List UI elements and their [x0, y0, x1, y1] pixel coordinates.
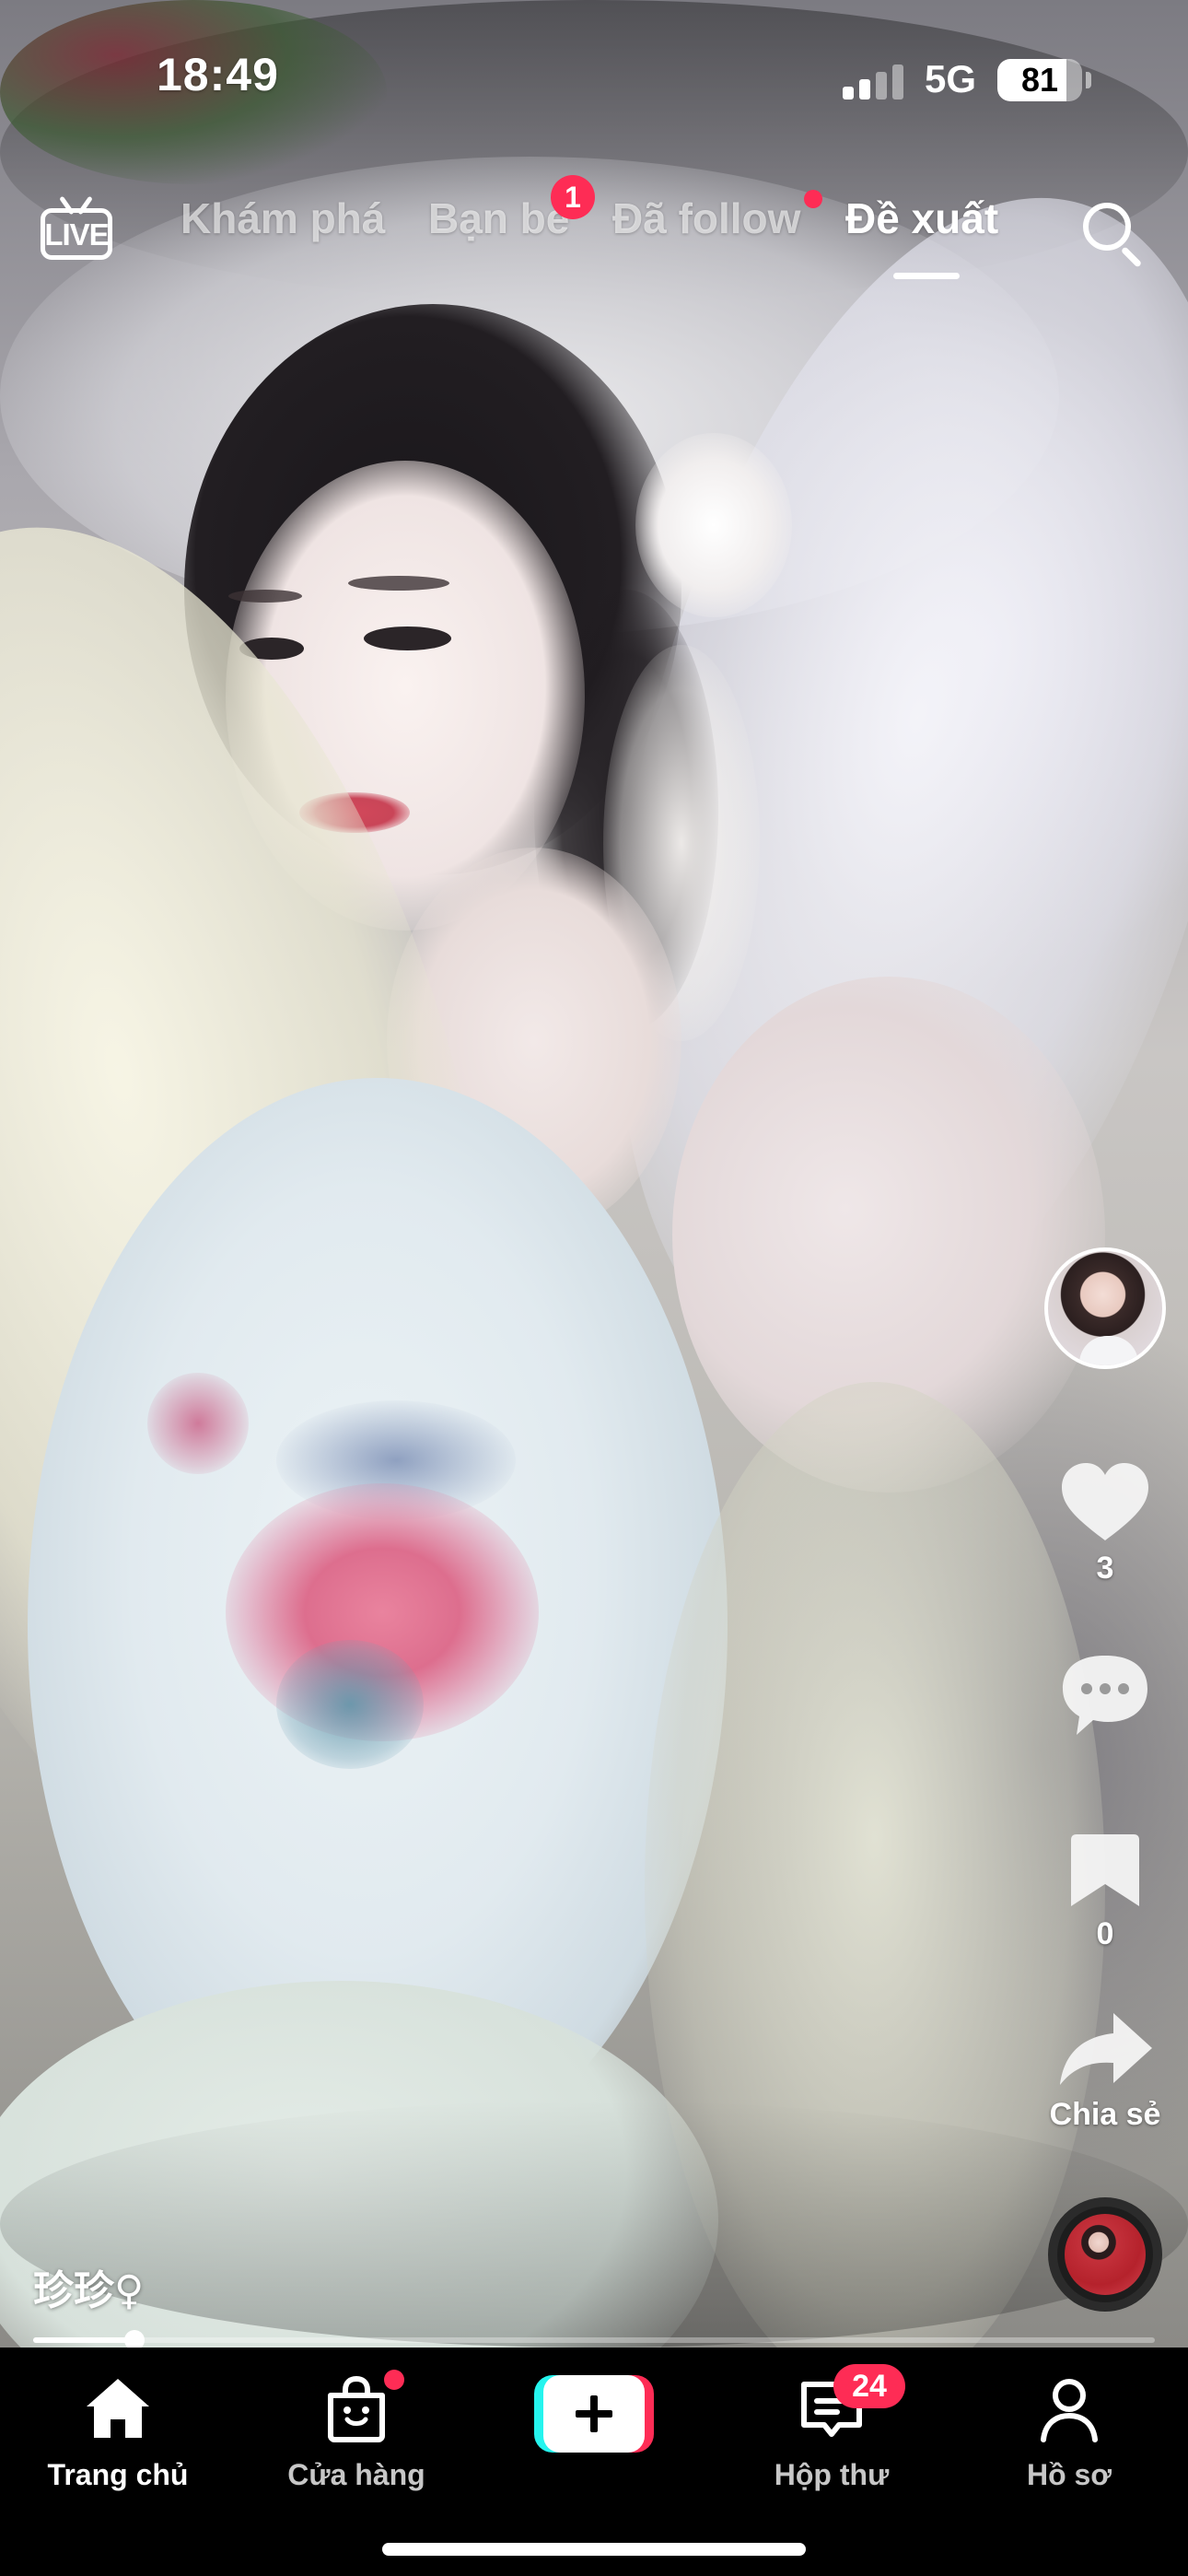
search-icon-handle [1120, 246, 1143, 268]
bookmark-icon [1071, 1834, 1139, 1906]
inbox-notification-badge: 24 [833, 2364, 905, 2408]
signal-bar [876, 72, 887, 100]
live-button[interactable]: LIVE [37, 193, 118, 265]
tab-profile[interactable]: Hồ sơ [968, 2366, 1171, 2504]
create-video-button[interactable] [534, 2375, 654, 2453]
friends-notification-badge: 1 [551, 175, 595, 219]
active-tab-indicator [893, 273, 960, 279]
battery-cap [1086, 72, 1091, 88]
tab-home[interactable]: Trang chủ [17, 2366, 219, 2504]
video-embroidery-bud [147, 1373, 249, 1474]
video-progress-bar[interactable] [33, 2330, 1155, 2350]
shopping-bag-icon [328, 2375, 385, 2442]
home-icon [87, 2379, 149, 2438]
share-label: Chia sẻ [1049, 2097, 1161, 2132]
tab-following[interactable]: Đã follow [612, 193, 800, 243]
plus-icon-vertical [590, 2395, 598, 2432]
creator-avatar[interactable] [1044, 1247, 1166, 1369]
signal-bar [859, 79, 870, 100]
video-player[interactable] [0, 0, 1188, 2348]
battery-icon: 81 [997, 59, 1082, 101]
share-arrow-icon [1060, 2013, 1152, 2085]
comment-icon [1063, 1656, 1147, 1735]
tab-home-label: Trang chủ [47, 2458, 189, 2491]
signal-bar [843, 87, 854, 100]
heart-icon [1062, 1463, 1148, 1540]
creator-username[interactable]: 珍珍♀ [33, 2257, 144, 2316]
status-bar: 18:49 5G 81 [0, 0, 1188, 157]
search-icon [1083, 203, 1131, 251]
video-brow-right [348, 576, 449, 591]
tab-shop[interactable]: Cửa hàng [255, 2366, 458, 2504]
status-time: 18:49 [157, 49, 279, 100]
tab-explore[interactable]: Khám phá [181, 193, 385, 243]
home-indicator[interactable] [382, 2543, 806, 2556]
tab-friends[interactable]: Bạn bè [428, 193, 569, 243]
tab-inbox[interactable]: 24 Hộp thư [730, 2364, 933, 2504]
profile-icon [1041, 2379, 1098, 2442]
battery-level: 81 [1020, 61, 1059, 99]
network-type: 5G [925, 57, 977, 100]
live-label: LIVE [44, 217, 109, 252]
top-nav: LIVE Khám phá Bạn bè 1 Đã follow Đề xuất [0, 175, 1188, 295]
like-count: 3 [1096, 1551, 1114, 1586]
avatar-figure [1079, 1336, 1138, 1365]
comment-button[interactable] [1036, 1645, 1174, 1746]
tab-shop-label: Cửa hàng [287, 2458, 425, 2491]
search-button[interactable] [1077, 197, 1151, 271]
music-disc-button[interactable] [1048, 2197, 1162, 2312]
video-hair-flower [635, 433, 792, 617]
video-eye-right [364, 626, 451, 650]
video-progress-fill [33, 2337, 134, 2343]
signal-bar [892, 64, 903, 100]
tiktok-for-you-feed: 18:49 5G 81 LIVE Khám phá Bạn bè 1 Đã fo… [0, 0, 1188, 2576]
video-brow-left [228, 590, 302, 603]
tab-inbox-label: Hộp thư [774, 2458, 890, 2491]
tab-for-you[interactable]: Đề xuất [845, 193, 998, 243]
video-shade-bottom [0, 2101, 1188, 2348]
signal-strength-icon [843, 64, 903, 100]
action-rail: 3 0 Chia sẻ [1036, 1239, 1174, 2322]
following-notification-dot [804, 190, 822, 208]
shop-notification-dot [384, 2370, 404, 2390]
music-disc-icon [1065, 2214, 1146, 2295]
tab-profile-label: Hồ sơ [1026, 2458, 1112, 2491]
video-embroidery-leaf [276, 1640, 424, 1769]
share-button[interactable] [1036, 2004, 1174, 2160]
favorite-count: 0 [1096, 1916, 1114, 1951]
